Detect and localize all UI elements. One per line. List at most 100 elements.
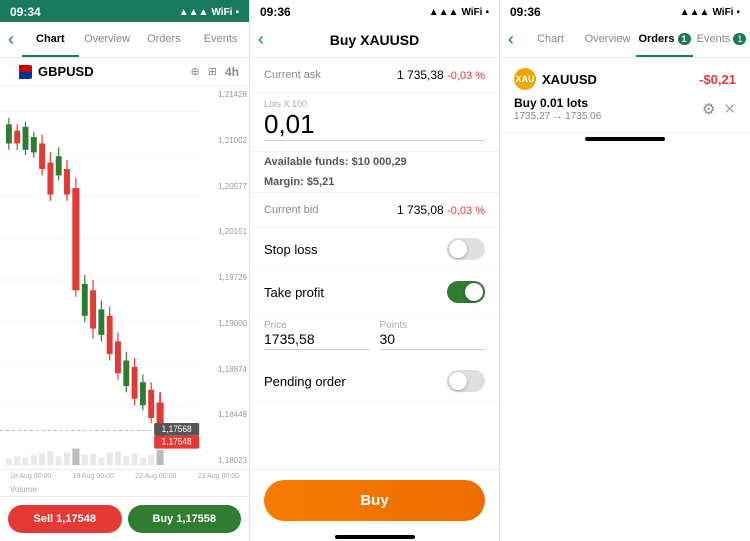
chart-panel: 09:34 ▲▲▲ WiFi ▪ ‹ Chart Overview Orders…: [0, 0, 250, 541]
orders-tab-overview[interactable]: Overview: [579, 22, 636, 57]
signal-icon: ▲▲▲: [179, 7, 209, 18]
signal-icon: ▲▲▲: [680, 7, 710, 18]
chart-area: 1,21428 1,21002 1,20577 1,20151 1,19726 …: [0, 86, 249, 469]
price-value[interactable]: 1735,58: [264, 331, 370, 350]
sell-button[interactable]: Sell 1,17548: [8, 505, 122, 533]
points-label: Points: [380, 320, 486, 331]
lots-section: Lots X 100 0,01: [250, 93, 499, 152]
orders-nav: ‹ Chart Overview Orders 1 Events 1: [500, 22, 750, 58]
orders-back-button[interactable]: ‹: [500, 29, 522, 50]
chart-tools: ⊕ ⊞ 4h: [191, 65, 239, 79]
buy-action-button[interactable]: Buy: [264, 480, 485, 521]
wifi-icon: WiFi: [461, 7, 482, 18]
lots-value[interactable]: 0,01: [264, 109, 485, 141]
buy-order-panel: 09:36 ▲▲▲ WiFi ▪ ‹ Buy XAUUSD Current as…: [250, 0, 500, 541]
settings-icon[interactable]: ⚙: [702, 100, 715, 118]
events-badge: 1: [733, 33, 746, 45]
price-points-row: Price 1735,58 Points 30: [250, 314, 499, 360]
volume-label: Volume: [0, 483, 249, 496]
stop-loss-label: Stop loss: [264, 242, 317, 257]
chart-nav: ‹ Chart Overview Orders Events: [0, 22, 249, 58]
svg-text:1,17548: 1,17548: [162, 436, 192, 446]
crosshair-icon[interactable]: ⊕: [191, 65, 200, 78]
candle-icon[interactable]: ⊞: [208, 65, 217, 78]
price-col: Price 1735,58: [264, 320, 370, 350]
chart-status-bar: 09:34 ▲▲▲ WiFi ▪: [0, 0, 249, 22]
home-indicator-orders: [585, 137, 665, 141]
order-item: XAU XAUUSD -$0,21 Buy 0.01 lots 1735,27 …: [500, 58, 750, 133]
margin-row: Margin: $5,21: [250, 172, 499, 192]
order-pnl: -$0,21: [699, 72, 736, 87]
order-arrow: →: [552, 110, 563, 122]
points-col: Points 30: [380, 320, 486, 350]
flag-icon: [10, 65, 32, 79]
order-symbol-row: XAU XAUUSD -$0,21: [514, 68, 736, 90]
wifi-icon: WiFi: [211, 7, 232, 18]
current-ask-label: Current ask: [264, 69, 321, 81]
current-bid-label: Current bid: [264, 204, 318, 216]
xau-icon: XAU: [514, 68, 536, 90]
buy-status-icons: ▲▲▲ WiFi ▪: [429, 7, 489, 18]
take-profit-toggle[interactable]: [447, 281, 485, 303]
chart-status-icons: ▲▲▲ WiFi ▪: [179, 7, 239, 18]
order-price-range: 1735,27 → 1735.06: [514, 110, 601, 122]
orders-tab-orders[interactable]: Orders 1: [636, 22, 693, 57]
take-profit-label: Take profit: [264, 285, 324, 300]
orders-status-icons: ▲▲▲ WiFi ▪: [680, 7, 740, 18]
pending-order-row: Pending order: [250, 360, 499, 403]
order-actions: ⚙ ✕: [702, 100, 736, 118]
tab-orders[interactable]: Orders: [136, 22, 193, 57]
battery-icon: ▪: [235, 7, 239, 18]
orders-tabs: Chart Overview Orders 1 Events 1: [522, 22, 750, 57]
tab-events[interactable]: Events: [192, 22, 249, 57]
stop-loss-toggle[interactable]: [447, 238, 485, 260]
order-lots-price: Buy 0.01 lots 1735,27 → 1735.06: [514, 96, 601, 122]
current-bid-value: 1 735,08 -0,03 %: [397, 203, 485, 217]
buy-button[interactable]: Buy 1,17558: [128, 505, 242, 533]
buy-time: 09:36: [260, 5, 291, 19]
close-order-icon[interactable]: ✕: [723, 100, 736, 118]
buy-status-bar: 09:36 ▲▲▲ WiFi ▪: [250, 0, 499, 22]
order-details-row: Buy 0.01 lots 1735,27 → 1735.06 ⚙ ✕: [514, 96, 736, 122]
home-indicator: [335, 535, 415, 539]
orders-time: 09:36: [510, 5, 541, 19]
lots-label: Lots X 100: [264, 99, 485, 109]
pending-order-toggle[interactable]: [447, 370, 485, 392]
signal-icon: ▲▲▲: [429, 7, 459, 18]
chart-header: GBPUSD ⊕ ⊞ 4h: [0, 58, 249, 86]
orders-status-bar: 09:36 ▲▲▲ WiFi ▪: [500, 0, 750, 22]
svg-text:1,17568: 1,17568: [162, 424, 192, 434]
buy-back-button[interactable]: ‹: [258, 29, 264, 50]
wifi-icon: WiFi: [712, 7, 733, 18]
battery-icon: ▪: [736, 7, 740, 18]
points-value[interactable]: 30: [380, 331, 486, 350]
current-ask-value: 1 735,38 -0,03 %: [397, 68, 485, 82]
battery-icon: ▪: [485, 7, 489, 18]
order-lots: Buy 0.01 lots: [514, 96, 601, 110]
chart-symbol: GBPUSD: [10, 64, 94, 79]
timeframe-selector[interactable]: 4h: [225, 65, 239, 79]
buy-footer: Buy: [250, 469, 499, 531]
chart-back-button[interactable]: ‹: [0, 29, 22, 50]
order-symbol-name: XAUUSD: [542, 72, 597, 87]
pending-order-label: Pending order: [264, 374, 346, 389]
date-labels: 18 Aug 00:00 19 Aug 00:00 22 Aug 00:00 2…: [0, 469, 249, 483]
orders-badge: 1: [678, 33, 691, 45]
chart-tabs: Chart Overview Orders Events: [22, 22, 249, 57]
buy-header: ‹ Buy XAUUSD: [250, 22, 499, 58]
chart-time: 09:34: [10, 5, 41, 19]
chart-footer: Sell 1,17548 Buy 1,17558: [0, 496, 249, 541]
orders-panel: 09:36 ▲▲▲ WiFi ▪ ‹ Chart Overview Orders…: [500, 0, 750, 541]
tab-overview[interactable]: Overview: [79, 22, 136, 57]
available-funds-row: Available funds: $10 000,29: [250, 152, 499, 172]
current-ask-row: Current ask 1 735,38 -0,03 %: [250, 58, 499, 93]
price-labels: 1,21428 1,21002 1,20577 1,20151 1,19726 …: [218, 86, 247, 469]
candlestick-chart: 1,17568 1,17548: [0, 86, 249, 469]
orders-tab-events[interactable]: Events 1: [693, 22, 750, 57]
buy-title: Buy XAUUSD: [330, 32, 419, 48]
stop-loss-row: Stop loss: [250, 228, 499, 271]
price-label: Price: [264, 320, 370, 331]
take-profit-row: Take profit: [250, 271, 499, 314]
orders-tab-chart[interactable]: Chart: [522, 22, 579, 57]
tab-chart[interactable]: Chart: [22, 22, 79, 57]
